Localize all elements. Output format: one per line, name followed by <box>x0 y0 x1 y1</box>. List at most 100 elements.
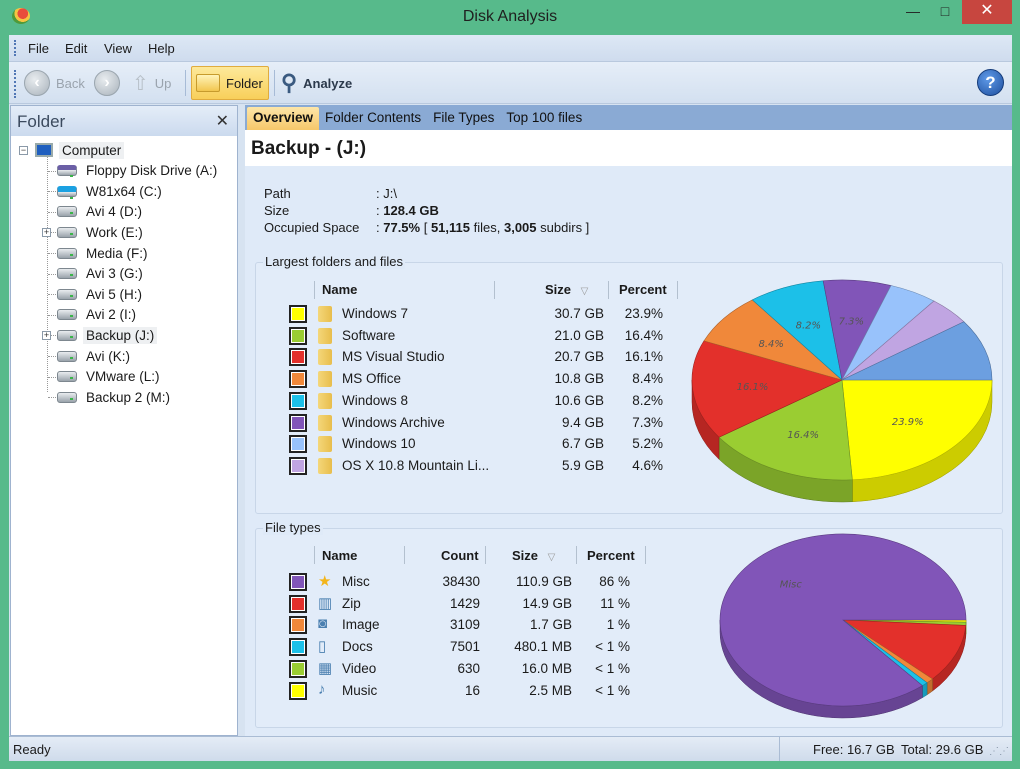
book-icon: ▯ <box>318 638 327 656</box>
table-row[interactable]: Windows 8 10.6 GB 8.2% <box>256 391 696 412</box>
tree-node-drive[interactable]: Backup (J:) <box>57 325 158 345</box>
table-row[interactable]: MS Visual Studio 20.7 GB 16.1% <box>256 347 696 368</box>
drive-icon <box>57 391 77 403</box>
tab-top-100-files[interactable]: Top 100 files <box>500 107 588 130</box>
menu-help[interactable]: Help <box>148 41 175 56</box>
column-header-size[interactable]: Size ▽ <box>512 548 555 563</box>
folder-icon <box>318 349 332 366</box>
tree-node-drive[interactable]: VMware (L:) <box>57 367 163 387</box>
column-separator <box>645 546 646 564</box>
table-row[interactable]: ♪ Music 16 2.5 MB < 1 % <box>256 681 696 702</box>
cell-size: 110.9 GB <box>515 574 572 589</box>
menu-file[interactable]: File <box>28 41 49 56</box>
arrow-left-icon: ‹ <box>24 70 50 96</box>
column-header-name[interactable]: Name <box>322 548 357 563</box>
tab-overview[interactable]: Overview <box>247 107 320 130</box>
computer-icon <box>35 143 53 157</box>
close-button[interactable]: ✕ <box>962 0 1012 24</box>
folder-icon <box>318 371 332 388</box>
table-row[interactable]: Software 21.0 GB 16.4% <box>256 326 696 347</box>
occupied-value: : 77.5% [ 51,115 files, 3,005 subdirs ] <box>376 220 590 235</box>
table-row[interactable]: ▥ Zip 1429 14.9 GB 11 % <box>256 594 696 615</box>
tree-node-label: Floppy Disk Drive (A:) <box>86 163 218 179</box>
column-header-count[interactable]: Count <box>441 548 479 563</box>
expand-icon[interactable]: + <box>42 331 51 341</box>
cell-size: 30.7 GB <box>554 306 604 321</box>
largest-folders-group: Largest folders and files Name Size ▽ Pe… <box>255 254 1003 514</box>
table-row[interactable]: Windows 7 30.7 GB 23.9% <box>256 304 696 325</box>
color-swatch <box>289 370 307 389</box>
toolbar-separator <box>274 70 275 96</box>
table-row[interactable]: ▯ Docs 7501 480.1 MB < 1 % <box>256 637 696 658</box>
color-swatch <box>289 326 307 345</box>
tree-node-drive[interactable]: Work (E:) <box>57 222 146 242</box>
expand-icon[interactable]: + <box>42 228 51 238</box>
magnifier-icon: ⚲ <box>281 70 298 95</box>
column-separator <box>608 281 609 299</box>
collapse-icon[interactable]: − <box>19 146 28 155</box>
back-button[interactable]: ‹ Back <box>24 66 85 100</box>
cell-percent: < 1 % <box>595 639 630 655</box>
up-button[interactable]: ⇧ Up <box>132 66 171 100</box>
table-row[interactable]: OS X 10.8 Mountain Li... 5.9 GB 4.6% <box>256 456 696 477</box>
color-swatch <box>289 435 307 454</box>
star-icon: ★ <box>318 573 332 590</box>
table-row[interactable]: ◙ Image 3109 1.7 GB 1 % <box>256 615 696 636</box>
table-row[interactable]: MS Office 10.8 GB 8.4% <box>256 369 696 390</box>
maximize-button[interactable]: □ <box>930 0 960 24</box>
tree-node-drive[interactable]: Avi 2 (I:) <box>57 305 139 325</box>
tree-node-drive[interactable]: W81x64 (C:) <box>57 181 165 201</box>
cell-size: 6.7 GB <box>561 436 604 452</box>
column-separator <box>485 546 486 564</box>
folder-button[interactable]: Folder <box>191 66 269 100</box>
tree-node-drive[interactable]: Media (F:) <box>57 243 151 263</box>
help-icon[interactable]: ? <box>977 69 1004 96</box>
folder-icon <box>318 414 332 431</box>
close-panel-icon[interactable]: ✕ <box>216 111 229 131</box>
menu-edit[interactable]: Edit <box>65 41 87 56</box>
cell-count: 630 <box>457 660 480 676</box>
tree-node-drive[interactable]: Avi 5 (H:) <box>57 284 145 304</box>
folder-panel-title: Folder <box>17 112 66 131</box>
tree-node-drive[interactable]: Avi 4 (D:) <box>57 202 145 222</box>
minimize-button[interactable]: — <box>898 0 928 24</box>
tab-file-types[interactable]: File Types <box>427 107 500 130</box>
folder-up-icon: ⇧ <box>132 72 149 95</box>
column-header-size[interactable]: Size ▽ <box>545 282 588 297</box>
tree-node-drive[interactable]: Avi 3 (G:) <box>57 264 146 284</box>
table-row[interactable]: Windows 10 6.7 GB 5.2% <box>256 434 696 455</box>
resize-grip-icon[interactable]: ⋰⋰ <box>989 746 1009 757</box>
tree-node-drive[interactable]: Avi (K:) <box>57 346 133 366</box>
column-header-percent[interactable]: Percent <box>587 548 635 563</box>
tree-node-drive[interactable]: Floppy Disk Drive (A:) <box>57 161 220 181</box>
cell-name: Software <box>342 327 396 343</box>
drive-icon <box>57 288 77 300</box>
cell-name: Image <box>342 617 380 633</box>
color-swatch <box>289 573 307 591</box>
analyze-label: Analyze <box>303 75 353 91</box>
title-bar: Disk Analysis — □ ✕ <box>0 0 1020 35</box>
analyze-button[interactable]: ⚲ Analyze <box>281 66 352 100</box>
tree-node-label: Work (E:) <box>86 224 143 240</box>
cell-size: 10.8 GB <box>554 371 604 387</box>
cell-name: Windows 8 <box>342 392 409 408</box>
path-value: : J:\ <box>376 186 397 201</box>
tab-folder-contents[interactable]: Folder Contents <box>319 107 427 130</box>
tree-node-label: Avi 3 (G:) <box>86 266 143 282</box>
cell-count: 3109 <box>449 617 480 633</box>
menu-view[interactable]: View <box>104 41 132 56</box>
tree-node-drive[interactable]: Backup 2 (M:) <box>57 387 173 407</box>
table-row[interactable]: Windows Archive 9.4 GB 7.3% <box>256 413 696 434</box>
tree-node-label: Avi (K:) <box>86 348 131 364</box>
tree-node-label: Computer <box>59 141 125 159</box>
forward-button[interactable]: › <box>94 66 120 100</box>
tree-node-label: Backup (J:) <box>83 326 158 344</box>
table-row[interactable]: ★ Misc 38430 110.9 GB 86 % <box>256 572 696 593</box>
table-row[interactable]: ▦ Video 630 16.0 MB < 1 % <box>256 659 696 680</box>
column-header-percent[interactable]: Percent <box>619 282 667 297</box>
tree-node-computer[interactable]: Computer <box>35 140 125 160</box>
column-header-name[interactable]: Name <box>322 282 357 297</box>
cell-size: 2.5 MB <box>529 682 572 698</box>
file-types-group: File types Name Count Size ▽ Percent ★ Mi… <box>255 520 1003 728</box>
cell-size: 1.7 GB <box>529 617 572 633</box>
